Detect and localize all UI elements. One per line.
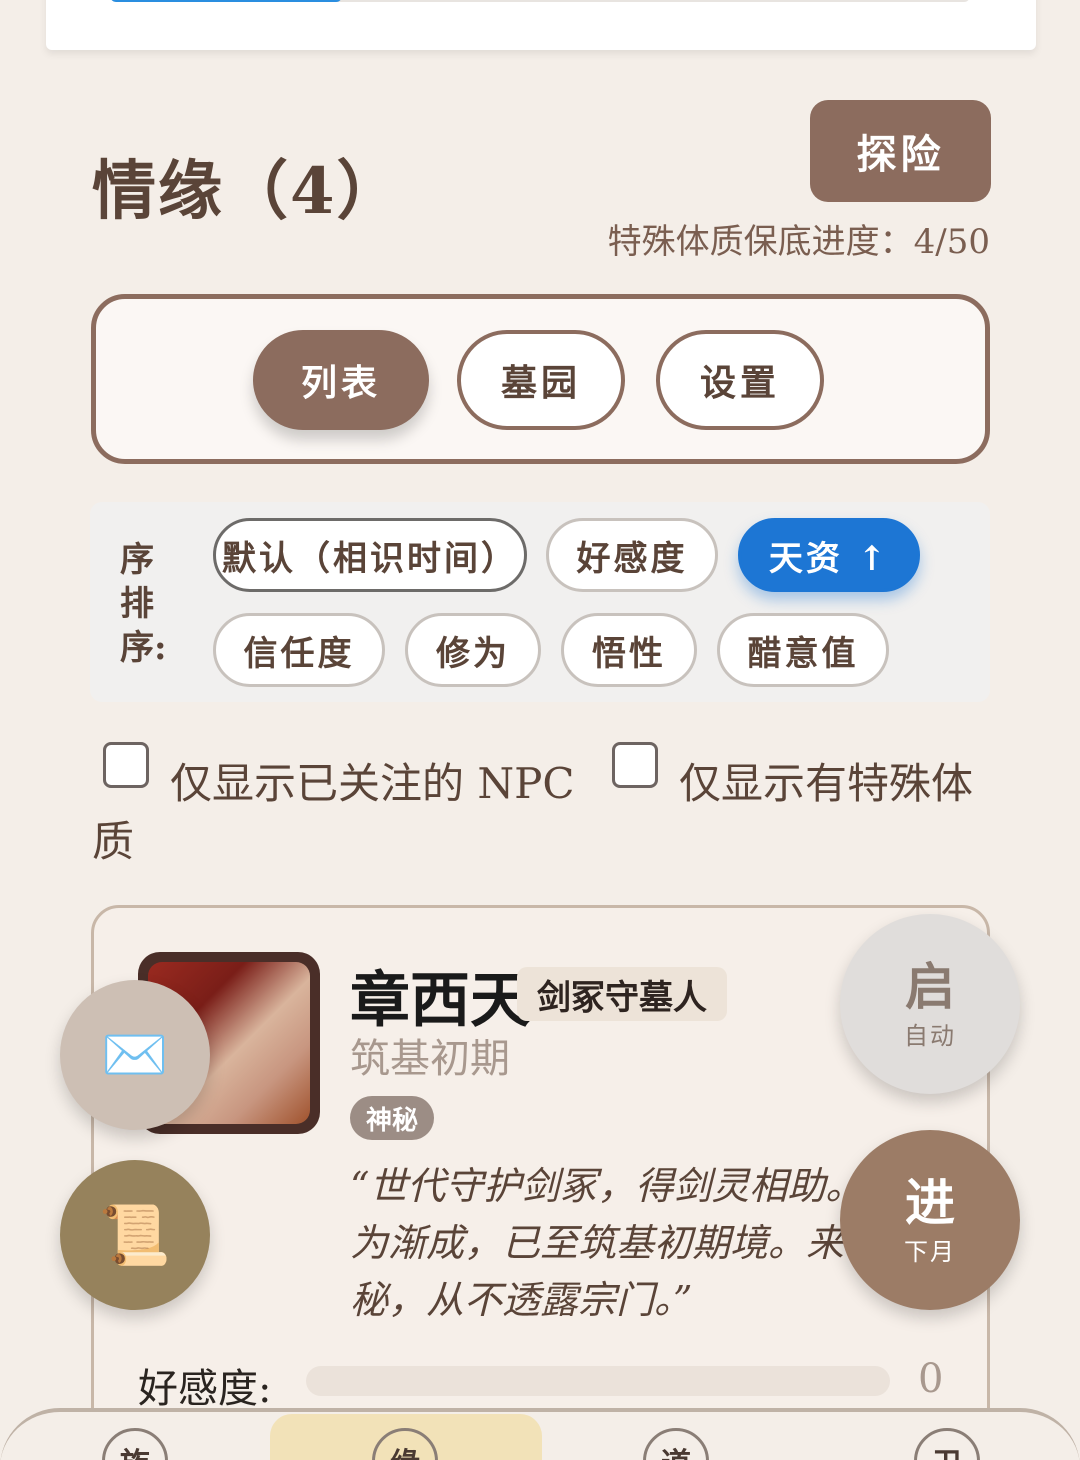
sort-label: 序排序: [120,540,167,668]
affection-bar [306,1366,890,1396]
tab-cemetery[interactable]: 墓园 [457,330,625,430]
auto-button[interactable]: 启 自动 [840,914,1020,1094]
mail-button[interactable]: ✉️ [60,980,210,1130]
explore-button[interactable]: 探险 [810,100,991,202]
followed-npc-checkbox[interactable] [103,742,149,788]
top-status-card [46,0,1036,50]
sort-affection[interactable]: 好感度 [546,518,718,592]
mail-icon: ✉️ [101,1023,169,1086]
page-title: 情缘（4） [92,154,403,229]
followed-npc-label: 仅显示已关注的 NPC [170,759,575,808]
next-main-label: 进 [905,1172,955,1232]
special-physique-label: 仅显示有特殊体 [679,759,974,808]
sort-talent[interactable]: 天资 ↑ [738,518,920,592]
affection-value: 0 [918,1356,944,1402]
auto-sub-label: 自动 [904,1021,956,1050]
sort-trust[interactable]: 信任度 [213,613,385,687]
npc-quote: “世代守护剑冢，得剑灵相助。 为渐成，已至筑基初期境。来 秘，从不透露宗门。” [350,1164,864,1322]
top-progress-fill [110,0,343,2]
tab-list[interactable]: 列表 [253,330,429,430]
scroll-button[interactable]: 📜 [60,1160,210,1310]
sort-cultivation[interactable]: 修为 [405,613,541,687]
next-month-button[interactable]: 进 下月 [840,1130,1020,1310]
top-progress-bar [110,0,970,2]
special-physique-progress: 特殊体质保底进度：4/50 [607,222,990,262]
sort-default[interactable]: 默认（相识时间） [213,518,527,592]
special-physique-checkbox[interactable] [612,742,658,788]
special-physique-label-wrap: 质 [92,817,135,866]
tab-settings[interactable]: 设置 [656,330,824,430]
affection-label: 好感度: [138,1366,272,1412]
auto-main-label: 启 [905,956,955,1016]
npc-realm: 筑基初期 [350,1036,510,1082]
scroll-icon: 📜 [98,1200,172,1269]
npc-title-badge: 剑冢守墓人 [517,967,727,1021]
npc-tag: 神秘 [350,1096,435,1140]
sort-comprehension[interactable]: 悟性 [561,613,697,687]
next-sub-label: 下月 [904,1237,956,1266]
sort-jealousy[interactable]: 醋意值 [717,613,889,687]
